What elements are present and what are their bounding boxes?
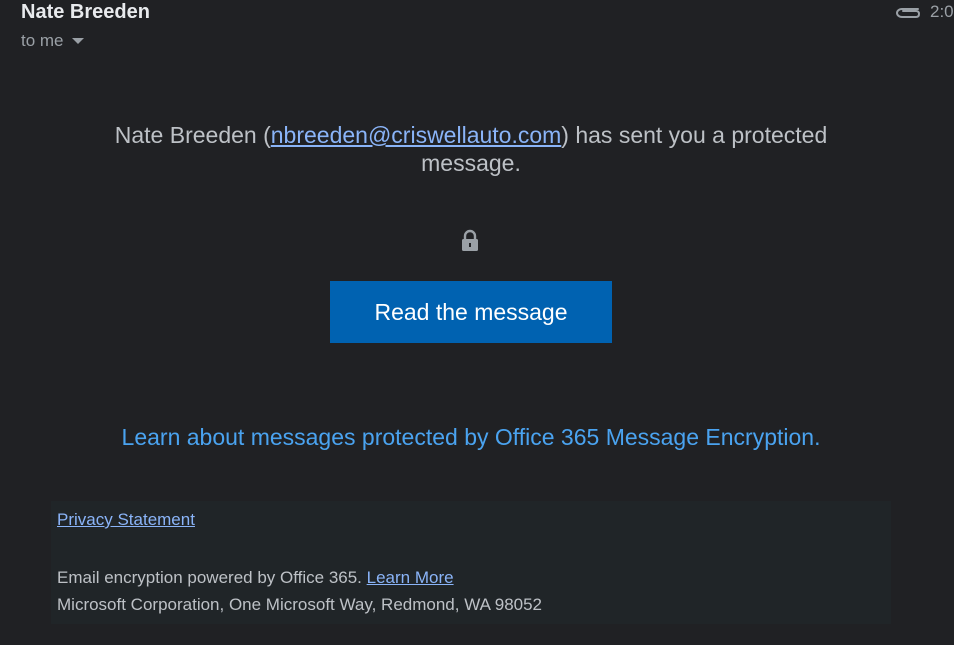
intro-prefix: Nate Breeden ( [114,122,271,148]
sender-name: Nate Breeden [21,1,150,23]
email-view: Nate Breeden to me 2:0 Nate Breeden (nbr… [0,0,954,645]
message-time: 2:0 [930,2,954,21]
footer: Privacy Statement Email encryption power… [51,501,891,624]
protected-message-intro: Nate Breeden (nbreeden@criswellauto.com)… [80,121,862,177]
chevron-down-icon [71,38,84,44]
powered-label: Email encryption powered by Office 365. [57,568,362,587]
sender-email-link[interactable]: nbreeden@criswellauto.com [271,122,562,148]
paperclip-icon[interactable] [894,3,922,21]
powered-by-text: Email encryption powered by Office 365. … [57,568,454,588]
learn-encryption-link[interactable]: Learn about messages protected by Office… [0,422,942,452]
learn-more-link[interactable]: Learn More [367,568,454,587]
read-message-button[interactable]: Read the message [330,281,612,343]
lock-icon [462,229,478,251]
recipient-dropdown[interactable]: to me [21,30,84,52]
message-meta: 2:0 [894,0,954,24]
privacy-statement-link[interactable]: Privacy Statement [57,510,195,530]
company-address: Microsoft Corporation, One Microsoft Way… [57,595,543,614]
recipient-label: to me [21,31,64,50]
